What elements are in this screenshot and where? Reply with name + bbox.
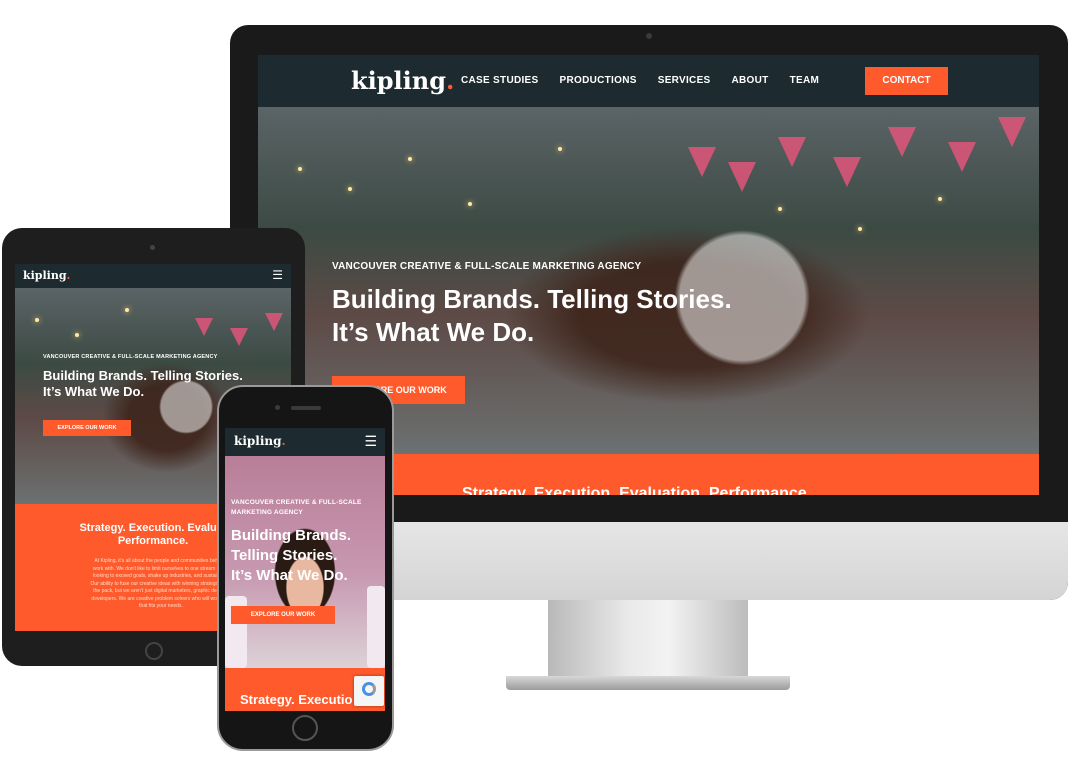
hero-headline-line: It’s What We Do. (332, 317, 535, 347)
string-light (938, 197, 942, 201)
hamburger-menu-icon[interactable]: ☰ (364, 433, 377, 450)
contact-button[interactable]: CONTACT (865, 67, 948, 95)
nav-team[interactable]: TEAM (790, 75, 820, 86)
brand-logo[interactable]: kipling. (351, 66, 454, 95)
iphone-camera (275, 405, 280, 410)
brand-logo[interactable]: kipling. (234, 434, 286, 448)
mobile-website: kipling. ☰ VANCOUVER CREATIVE & FULL-SCA… (225, 428, 385, 711)
brand-logo-dot: . (281, 434, 286, 448)
hero-headline-line: Building Brands. Telling Stories. (332, 284, 732, 314)
hero-headline-line: Building Brands. Telling Stories. (43, 368, 243, 383)
nav-productions[interactable]: PRODUCTIONS (560, 75, 637, 86)
desktop-navbar: kipling. CASE STUDIES PRODUCTIONS SERVIC… (258, 55, 1039, 107)
hero-eyebrow: VANCOUVER CREATIVE & FULL-SCALE MARKETIN… (43, 354, 218, 360)
nav-services[interactable]: SERVICES (658, 75, 711, 86)
imac-camera (646, 33, 652, 39)
string-light (408, 157, 412, 161)
explore-our-work-button[interactable]: EXPLORE OUR WORK (43, 420, 131, 436)
string-light (348, 187, 352, 191)
hero-headline-line: It’s What We Do. (231, 567, 348, 584)
brand-logo-text: kipling (234, 434, 282, 448)
tablet-navbar: kipling. ☰ (15, 264, 291, 288)
brand-logo[interactable]: kipling. (23, 269, 70, 282)
hero-headline-line: Building Brands. (231, 527, 351, 544)
recaptcha-badge[interactable] (354, 676, 384, 706)
mobile-navbar: kipling. ☰ (225, 428, 385, 456)
iphone-home-button (292, 715, 318, 741)
hero-section: VANCOUVER CREATIVE & FULL-SCALE MARKETIN… (225, 456, 385, 668)
brand-logo-dot: . (446, 66, 455, 95)
hero-headline: Building Brands. Telling Stories. It’s W… (43, 368, 243, 400)
string-light (858, 227, 862, 231)
explore-our-work-button[interactable]: EXPLORE OUR WORK (231, 606, 335, 624)
hero-eyebrow: VANCOUVER CREATIVE & FULL-SCALE MARKETIN… (231, 498, 362, 518)
hero-eyebrow: VANCOUVER CREATIVE & FULL-SCALE MARKETIN… (332, 261, 642, 272)
bunting-flag (948, 142, 976, 172)
bunting-flag (195, 318, 213, 336)
brand-logo-text: kipling (351, 66, 446, 95)
string-light (468, 202, 472, 206)
nav-case-studies[interactable]: CASE STUDIES (461, 75, 539, 86)
string-light (558, 147, 562, 151)
bunting-flag (688, 147, 716, 177)
bunting-flag (833, 157, 861, 187)
brand-logo-dot: . (66, 269, 71, 282)
recaptcha-icon (362, 682, 376, 696)
string-light (125, 308, 129, 312)
string-light (778, 207, 782, 211)
services-band-title: Strategy. Executio (240, 692, 353, 707)
ipad-camera (150, 245, 155, 250)
hero-eyebrow-line: MARKETING AGENCY (231, 509, 303, 516)
iphone-speaker (291, 406, 321, 410)
hero-headline: Building Brands. Telling Stories. It’s W… (332, 283, 732, 349)
main-menu: CASE STUDIES PRODUCTIONS SERVICES ABOUT … (461, 75, 819, 86)
hamburger-menu-icon[interactable]: ☰ (272, 268, 283, 282)
hero-headline: Building Brands. Telling Stories. It’s W… (231, 526, 351, 586)
services-band-title-line: Strategy. Execution. Evaluat (79, 522, 227, 534)
services-band: Strategy. Executio (225, 668, 385, 711)
bunting-flag (998, 117, 1026, 147)
string-light (298, 167, 302, 171)
services-band-title: Strategy. Execution. Evaluation. Perform… (462, 485, 812, 495)
string-light (35, 318, 39, 322)
nav-about[interactable]: ABOUT (732, 75, 769, 86)
bunting-flag (265, 313, 283, 331)
services-band-title-line: Performance. (117, 535, 189, 547)
bunting-flag (778, 137, 806, 167)
imac-stand (548, 600, 748, 678)
product-bottle-image (367, 586, 385, 668)
bunting-flag (728, 162, 756, 192)
bunting-flag (230, 328, 248, 346)
string-light (75, 333, 79, 337)
hero-eyebrow-line: VANCOUVER CREATIVE & FULL-SCALE (231, 499, 362, 506)
imac-base (506, 676, 790, 690)
hero-headline-line: It’s What We Do. (43, 384, 145, 399)
hero-headline-line: Telling Stories. (231, 547, 338, 564)
bunting-flag (888, 127, 916, 157)
ipad-home-button (145, 642, 163, 660)
brand-logo-text: kipling (23, 269, 67, 282)
